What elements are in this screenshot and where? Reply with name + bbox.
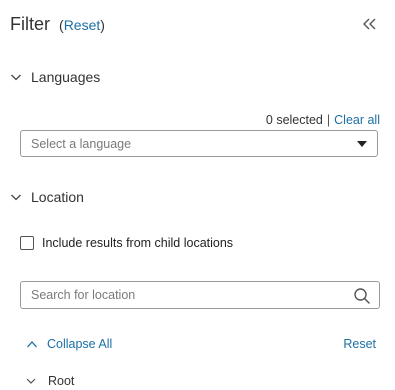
collapse-all-button[interactable]: Collapse All (26, 337, 112, 351)
reset-paren-close: ) (100, 17, 105, 33)
filter-panel: Filter (Reset) Languages 0 selected | Clea… (0, 0, 395, 390)
chevron-down-icon (11, 194, 21, 201)
tree-item-label: Root (48, 374, 75, 388)
location-search-input[interactable] (20, 281, 380, 309)
filter-reset-link[interactable]: Reset (64, 17, 101, 33)
collapse-panel-button[interactable] (361, 14, 377, 34)
chevron-down-icon (11, 74, 21, 81)
languages-section-toggle[interactable]: Languages (10, 69, 100, 85)
location-section-toggle[interactable]: Location (10, 189, 84, 205)
tree-item-root[interactable]: Root (26, 374, 74, 388)
languages-selected-count: 0 selected (265, 113, 323, 127)
filter-title: Filter (10, 14, 50, 34)
language-select-placeholder: Select a language (31, 136, 132, 151)
clear-all-link[interactable]: Clear all (334, 113, 380, 127)
collapse-all-label: Collapse All (47, 337, 113, 351)
include-child-locations-label: Include results from child locations (42, 236, 234, 250)
location-section-label: Location (31, 189, 84, 205)
languages-section-label: Languages (31, 69, 101, 85)
separator: | (326, 113, 331, 127)
tree-reset-link[interactable]: Reset (343, 337, 376, 351)
double-chevron-left-icon (363, 18, 376, 30)
filter-header: Filter (Reset) (10, 14, 105, 35)
languages-selection-info: 0 selected | Clear all (266, 113, 380, 127)
include-child-locations-checkbox[interactable] (20, 236, 34, 250)
search-icon[interactable] (353, 287, 371, 305)
chevron-down-icon (26, 378, 36, 384)
include-child-locations-option[interactable]: Include results from child locations (20, 236, 233, 250)
dropdown-caret-icon (357, 141, 367, 147)
language-select[interactable]: Select a language (20, 130, 378, 157)
chevron-up-icon (27, 341, 37, 348)
